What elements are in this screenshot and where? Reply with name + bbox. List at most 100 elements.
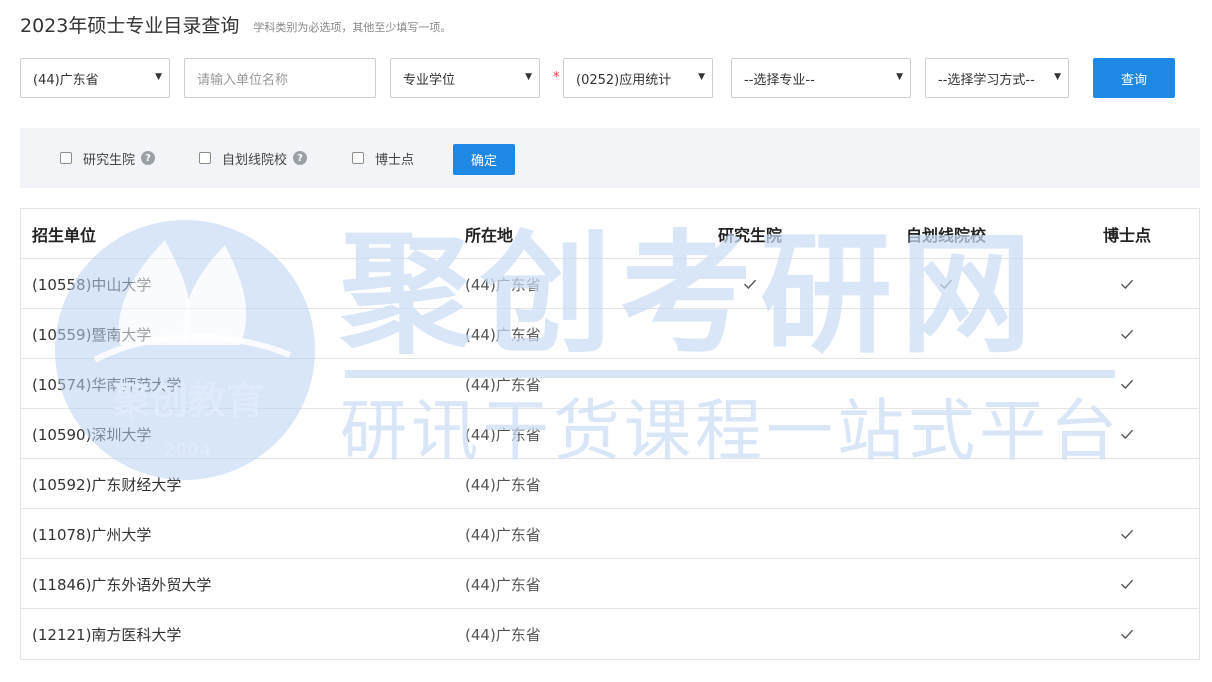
cell-unit-name[interactable]: (10558)中山大学 (32, 259, 151, 309)
cell-graduate-school (701, 259, 799, 309)
option-bar: 研究生院 ? 自划线院校 ? 博士点 确定 (20, 128, 1200, 188)
query-button[interactable]: 查询 (1093, 58, 1175, 98)
phd-checkbox-option[interactable]: 博士点 (352, 128, 414, 188)
check-icon (1120, 427, 1134, 441)
cell-unit-name[interactable]: (12121)南方医科大学 (32, 609, 181, 659)
cell-phd (1078, 259, 1176, 309)
check-icon (939, 277, 953, 291)
cell-self-line (897, 609, 995, 659)
header-phd[interactable]: 博士点 (1078, 209, 1176, 259)
header-location[interactable]: 所在地 (465, 209, 513, 259)
cell-unit-name[interactable]: (10592)广东财经大学 (32, 459, 181, 509)
table-row: (11846)广东外语外贸大学 (44)广东省 (21, 559, 1199, 609)
question-circle-icon[interactable]: ? (141, 151, 156, 165)
cell-self-line (897, 559, 995, 609)
header-name[interactable]: 招生单位 (32, 209, 96, 259)
check-icon (1120, 277, 1134, 291)
cell-self-line (897, 459, 995, 509)
cell-self-line (897, 259, 995, 309)
self-line-checkbox-option[interactable]: 自划线院校 ? (199, 128, 308, 188)
province-select-value: (44)广东省 (33, 72, 99, 88)
cell-graduate-school (701, 309, 799, 359)
degree-type-select[interactable]: 专业学位 ▼ (390, 58, 540, 98)
check-icon (1120, 377, 1134, 391)
caret-down-icon: ▼ (155, 72, 162, 82)
table-row: (10574)华南师范大学 (44)广东省 (21, 359, 1199, 409)
results-table: 招生单位 所在地 研究生院 自划线院校 博士点 (10558)中山大学 (44)广… (20, 208, 1200, 660)
header-graduate-school[interactable]: 研究生院 (701, 209, 799, 259)
caret-down-icon: ▼ (1054, 72, 1061, 82)
page-title: 2023年硕士专业目录查询 (20, 14, 240, 37)
check-icon (1120, 627, 1134, 641)
phd-label: 博士点 (375, 152, 415, 168)
cell-location: (44)广东省 (465, 475, 541, 494)
major-select[interactable]: --选择专业-- ▼ (731, 58, 911, 98)
major-select-value: --选择专业-- (744, 72, 815, 88)
cell-unit-name[interactable]: (10559)暨南大学 (32, 309, 151, 359)
table-row: (12121)南方医科大学 (44)广东省 (21, 609, 1199, 659)
table-row: (10592)广东财经大学 (44)广东省 (21, 459, 1199, 509)
required-note: 学科类别为必选项，其他至少填写一项。 (253, 20, 452, 34)
major-catalog-page: 2023年硕士专业目录查询 学科类别为必选项，其他至少填写一项。 (44)广东省… (20, 0, 1200, 660)
caret-down-icon: ▼ (896, 72, 903, 82)
question-circle-icon[interactable]: ? (293, 151, 308, 165)
cell-phd (1078, 559, 1176, 609)
cell-unit-name[interactable]: (10590)深圳大学 (32, 409, 151, 459)
check-icon (743, 277, 757, 291)
unit-name-input[interactable]: 请输入单位名称 (184, 58, 376, 98)
subject-select-value: (0252)应用统计 (576, 72, 672, 88)
check-icon (1120, 577, 1134, 591)
cell-location: (44)广东省 (465, 525, 541, 544)
study-mode-select[interactable]: --选择学习方式-- ▼ (925, 58, 1069, 98)
self-line-checkbox[interactable] (199, 152, 211, 164)
cell-location: (44)广东省 (465, 375, 541, 394)
cell-graduate-school (701, 559, 799, 609)
table-row: (11078)广州大学 (44)广东省 (21, 509, 1199, 559)
table-row: (10590)深圳大学 (44)广东省 (21, 409, 1199, 459)
cell-self-line (897, 309, 995, 359)
caret-down-icon: ▼ (698, 72, 705, 82)
graduate-school-checkbox-option[interactable]: 研究生院 ? (60, 128, 156, 188)
degree-type-value: 专业学位 (403, 72, 456, 88)
cell-location: (44)广东省 (465, 275, 541, 294)
check-icon (1120, 327, 1134, 341)
cell-phd (1078, 409, 1176, 459)
table-header: 招生单位 所在地 研究生院 自划线院校 博士点 (21, 209, 1199, 259)
graduate-school-label: 研究生院 (83, 152, 136, 168)
cell-graduate-school (701, 359, 799, 409)
cell-unit-name[interactable]: (10574)华南师范大学 (32, 359, 181, 409)
cell-unit-name[interactable]: (11846)广东外语外贸大学 (32, 559, 211, 609)
phd-checkbox[interactable] (352, 152, 364, 164)
cell-phd (1078, 359, 1176, 409)
cell-self-line (897, 359, 995, 409)
cell-phd (1078, 459, 1176, 509)
subject-select[interactable]: (0252)应用统计 ▼ (563, 58, 713, 98)
cell-location: (44)广东省 (465, 425, 541, 444)
cell-unit-name[interactable]: (11078)广州大学 (32, 509, 151, 559)
study-mode-value: --选择学习方式-- (938, 72, 1035, 88)
header-self-line[interactable]: 自划线院校 (897, 209, 995, 259)
confirm-button[interactable]: 确定 (453, 144, 515, 175)
self-line-label: 自划线院校 (222, 152, 288, 168)
graduate-school-checkbox[interactable] (60, 152, 72, 164)
table-row: (10559)暨南大学 (44)广东省 (21, 309, 1199, 359)
cell-graduate-school (701, 609, 799, 659)
caret-down-icon: ▼ (525, 72, 532, 82)
cell-location: (44)广东省 (465, 325, 541, 344)
required-asterisk: * (553, 70, 560, 85)
cell-self-line (897, 509, 995, 559)
filter-row: (44)广东省 ▼ 请输入单位名称 专业学位 ▼ * (0252)应用统计 ▼ … (20, 58, 1200, 98)
cell-graduate-school (701, 409, 799, 459)
title-row: 2023年硕士专业目录查询 学科类别为必选项，其他至少填写一项。 (20, 0, 1200, 48)
cell-graduate-school (701, 509, 799, 559)
cell-phd (1078, 509, 1176, 559)
cell-location: (44)广东省 (465, 575, 541, 594)
unit-name-placeholder: 请输入单位名称 (197, 72, 289, 88)
province-select[interactable]: (44)广东省 ▼ (20, 58, 170, 98)
check-icon (1120, 527, 1134, 541)
cell-self-line (897, 409, 995, 459)
cell-location: (44)广东省 (465, 625, 541, 644)
cell-graduate-school (701, 459, 799, 509)
table-row: (10558)中山大学 (44)广东省 (21, 259, 1199, 309)
cell-phd (1078, 309, 1176, 359)
